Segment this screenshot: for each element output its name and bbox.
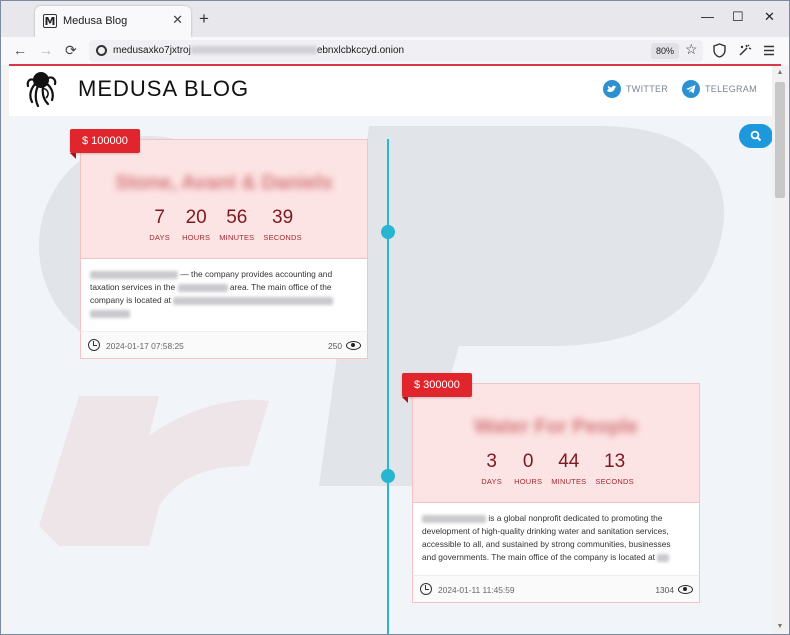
telegram-label: TELEGRAM	[705, 84, 757, 94]
url-text: medusaxko7jxtroj ebnxlcbkccyd.onion	[113, 45, 404, 56]
url-end: ebnxlcbkccyd.onion	[316, 45, 405, 56]
redacted-text	[90, 270, 178, 279]
tab-close-icon[interactable]: ✕	[172, 12, 183, 28]
url-start: medusaxko7jxtroj	[113, 45, 191, 56]
forward-button[interactable]: →	[39, 42, 53, 58]
redacted-text	[90, 309, 130, 318]
countdown-seconds: 13 SECONDS	[595, 451, 634, 486]
timeline-dot	[381, 225, 395, 239]
post-description: — the company provides accounting and ta…	[80, 259, 368, 331]
close-window-button[interactable]: ✕	[764, 9, 775, 25]
description-text: company is located at	[90, 295, 172, 305]
menu-icon[interactable]	[763, 45, 775, 56]
post-description: is a global nonprofit dedicated to promo…	[412, 503, 700, 575]
view-count: 1304	[655, 585, 674, 595]
view-count: 250	[328, 341, 342, 351]
post-card[interactable]: Stone, Avant & Daniels 7 DAYS 20 HOURS 56 M…	[70, 129, 368, 359]
countdown-timer: 7 DAYS 20 HOURS 56 MINUTES 39 SECONDS	[81, 207, 367, 242]
description-text: is a global nonprofit dedicated to promo…	[488, 513, 663, 523]
tab-medusa-blog[interactable]: M Medusa Blog ✕	[35, 6, 191, 37]
redacted-text	[657, 553, 670, 562]
maximize-button[interactable]: ☐	[732, 9, 744, 25]
post-footer: 2024-01-17 07:58:25 250	[80, 331, 368, 359]
scroll-down-arrow[interactable]: ▼	[772, 620, 788, 634]
page-content: MEDUSA BLOG TWITTER TELEGRAM Stone, Avan…	[9, 66, 772, 634]
search-icon	[750, 130, 762, 142]
redacted-text	[422, 514, 486, 523]
eye-icon	[678, 585, 693, 594]
countdown-hours: 20 HOURS	[182, 207, 211, 242]
tab-strip: M Medusa Blog ✕ + — ☐ ✕	[1, 1, 789, 37]
clock-icon	[88, 339, 100, 351]
minimize-button[interactable]: —	[701, 9, 714, 24]
url-redacted	[190, 46, 317, 55]
countdown-minutes: 44 MINUTES	[551, 451, 587, 486]
timeline-line	[387, 139, 389, 634]
extensions-icon[interactable]	[738, 43, 752, 57]
star-icon[interactable]: ☆	[685, 41, 698, 58]
search-button[interactable]	[739, 124, 772, 148]
navigation-bar: ← → ⟳ medusaxko7jxtroj ebnxlcbkccyd.onion…	[1, 37, 789, 65]
countdown-minutes: 56 MINUTES	[219, 207, 255, 242]
medusa-logo-icon[interactable]	[26, 70, 58, 110]
twitter-label: TWITTER	[626, 84, 669, 94]
page-scrollbar[interactable]: ▲ ▼	[772, 66, 788, 634]
post-card-header: Water For People 3 DAYS 0 HOURS 44 MINUTES …	[412, 383, 700, 503]
redacted-text	[177, 283, 228, 292]
favicon-icon: M	[43, 14, 57, 28]
post-card[interactable]: Water For People 3 DAYS 0 HOURS 44 MINUTES …	[402, 373, 700, 603]
browser-window: M Medusa Blog ✕ + — ☐ ✕ ← → ⟳ medusaxko7…	[0, 0, 790, 635]
timeline-dot	[381, 469, 395, 483]
clock-icon	[420, 583, 432, 595]
address-bar[interactable]: medusaxko7jxtroj ebnxlcbkccyd.onion 80% ☆	[89, 40, 703, 62]
countdown-hours: 0 HOURS	[514, 451, 543, 486]
post-company-name[interactable]: Stone, Avant & Daniels	[81, 172, 367, 195]
description-text: accessible to all, and sustained by stro…	[422, 539, 671, 549]
description-text: — the company provides accounting and	[180, 269, 333, 279]
price-tag: $ 300000	[402, 373, 472, 403]
description-text: area. The main office of the	[229, 282, 332, 292]
description-text: development of high-quality drinking wat…	[422, 526, 669, 536]
post-company-name[interactable]: Water For People	[413, 416, 699, 439]
back-button[interactable]: ←	[13, 42, 27, 58]
description-text: taxation services in the	[90, 282, 176, 292]
countdown-timer: 3 DAYS 0 HOURS 44 MINUTES 13 SECONDS	[413, 451, 699, 486]
tab-title: Medusa Blog	[63, 15, 128, 27]
price-tag: $ 100000	[70, 129, 140, 159]
countdown-seconds: 39 SECONDS	[263, 207, 302, 242]
post-date: 2024-01-17 07:58:25	[106, 341, 184, 351]
telegram-icon	[682, 80, 700, 98]
scrollbar-thumb[interactable]	[775, 82, 785, 198]
reload-button[interactable]: ⟳	[65, 42, 77, 58]
post-date: 2024-01-11 11:45:59	[438, 585, 515, 595]
site-title[interactable]: MEDUSA BLOG	[78, 76, 249, 102]
site-header: MEDUSA BLOG TWITTER TELEGRAM	[9, 66, 772, 116]
scroll-up-arrow[interactable]: ▲	[772, 66, 788, 80]
post-footer: 2024-01-11 11:45:59 1304	[412, 575, 700, 603]
shield-icon[interactable]	[713, 43, 726, 58]
zoom-level-badge[interactable]: 80%	[651, 43, 680, 59]
post-card-header: Stone, Avant & Daniels 7 DAYS 20 HOURS 56 M…	[80, 139, 368, 259]
twitter-icon	[603, 80, 621, 98]
new-tab-button[interactable]: +	[199, 10, 209, 27]
countdown-days: 7 DAYS	[149, 207, 170, 242]
eye-icon	[346, 341, 361, 350]
site-info-icon[interactable]	[96, 45, 107, 56]
countdown-days: 3 DAYS	[481, 451, 502, 486]
description-text: and governments. The main office of the …	[422, 552, 655, 562]
redacted-text	[173, 296, 334, 305]
